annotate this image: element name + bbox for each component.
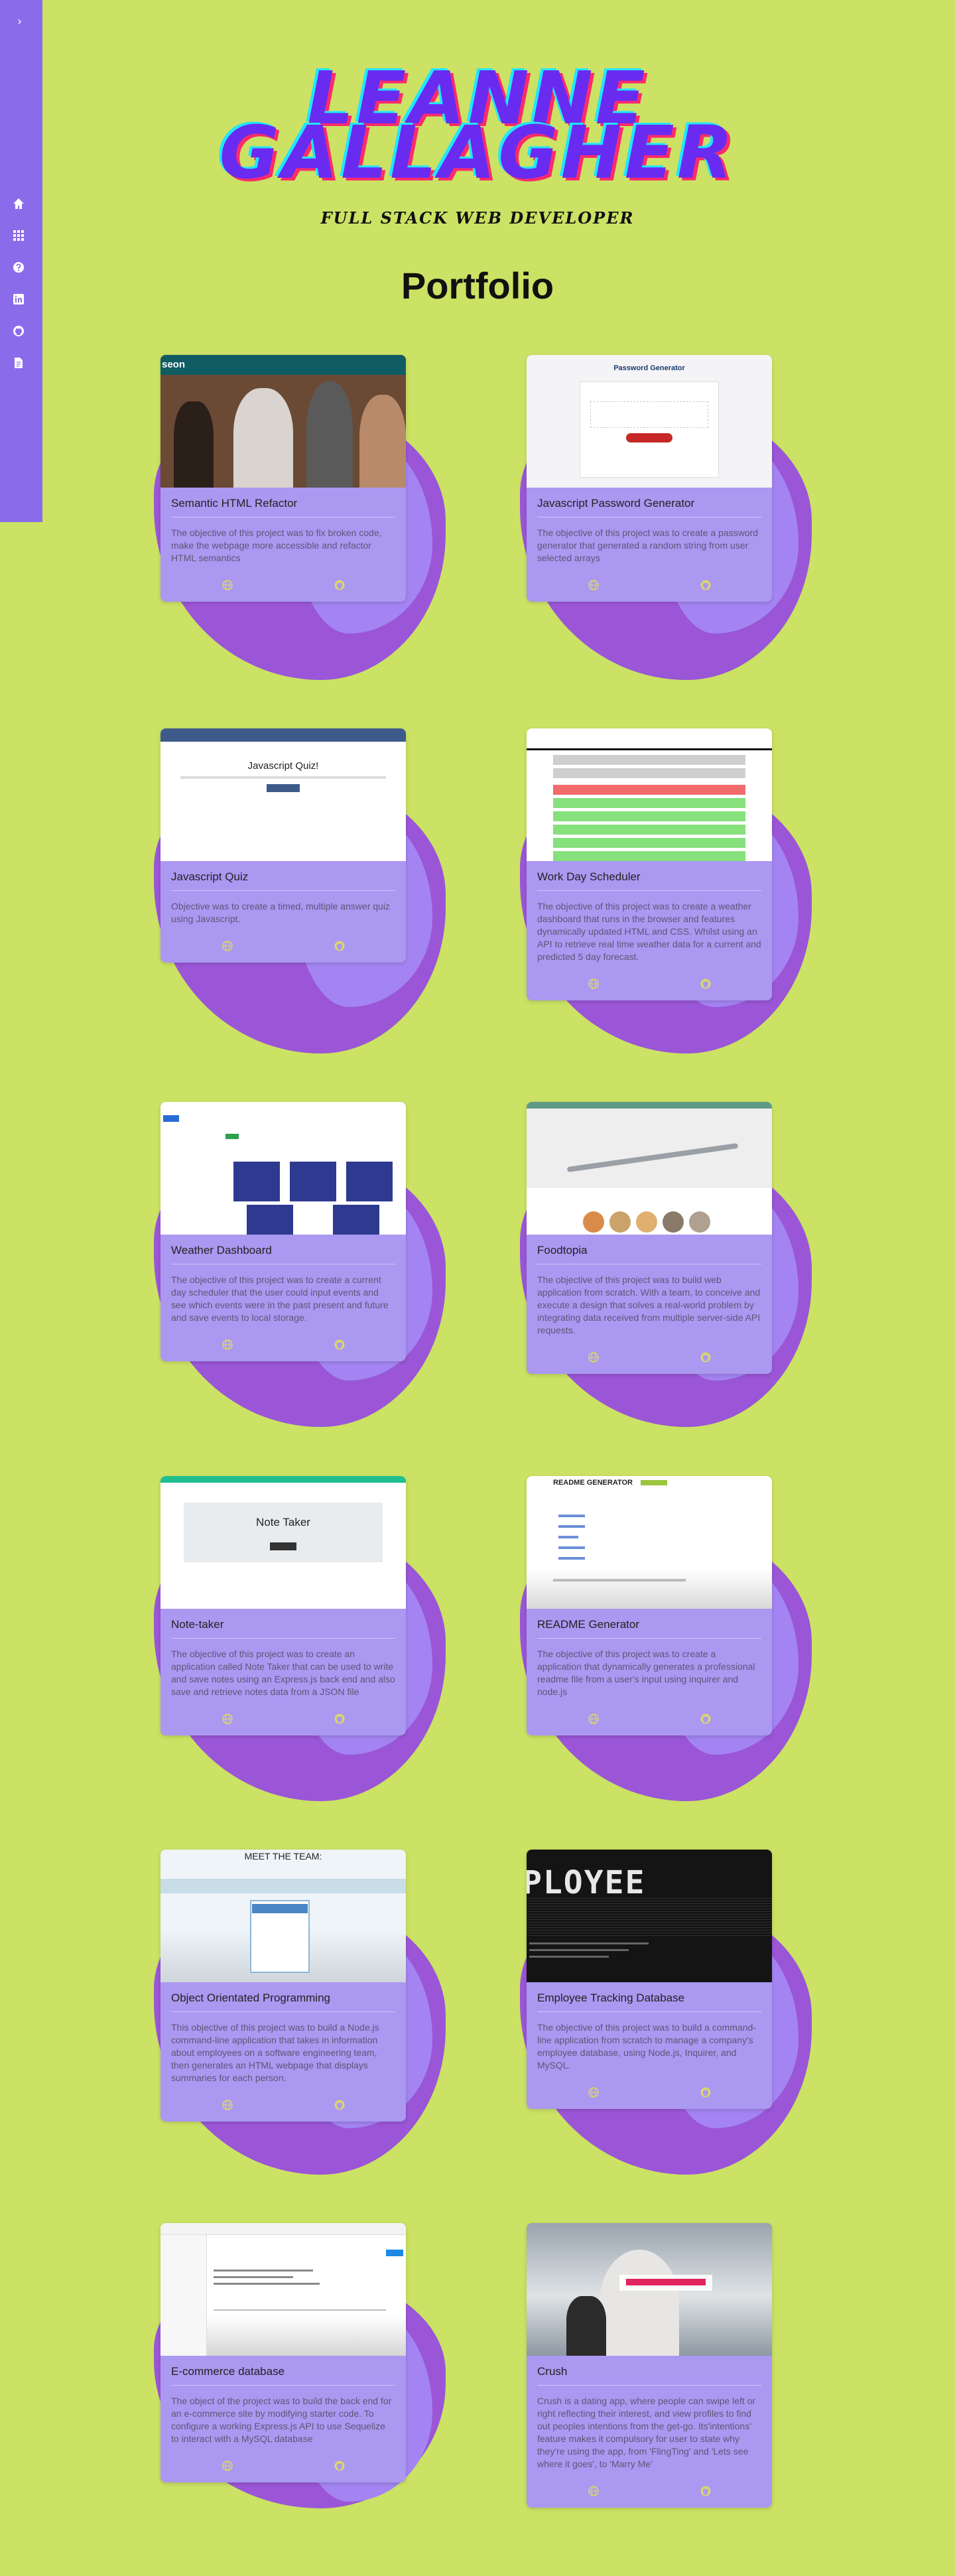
project-card-employee-tracker: PLOYEE Employee Tracking Database The ob… (520, 1850, 812, 2175)
github-icon[interactable] (334, 2099, 346, 2111)
project-title: E-commerce database (171, 2365, 395, 2386)
project-screenshot[interactable] (527, 1102, 772, 1235)
name-line-2: GALLAGHER (219, 110, 736, 195)
project-card: seon Semantic HTML Refactor The objectiv… (160, 355, 406, 602)
project-description: The objective of this project was to cre… (537, 1649, 755, 1697)
project-card: MEET THE TEAM: Object Orientated Program… (160, 1850, 406, 2122)
project-screenshot[interactable] (160, 2223, 406, 2356)
github-icon[interactable] (700, 1713, 712, 1725)
project-card-work-day-scheduler: Work Day Scheduler The objective of this… (520, 728, 812, 1053)
project-title: Javascript Quiz (171, 870, 395, 891)
project-screenshot[interactable]: seon (160, 355, 406, 488)
shot-label: seon (162, 359, 186, 370)
project-screenshot[interactable]: PLOYEE (527, 1850, 772, 1982)
project-screenshot[interactable] (160, 1102, 406, 1235)
project-screenshot[interactable] (527, 2223, 772, 2356)
github-icon[interactable] (334, 2460, 346, 2472)
project-card-readme-generator: README GENERATOR README Generator The ob… (520, 1476, 812, 1801)
project-card: README GENERATOR README Generator The ob… (527, 1476, 772, 1735)
project-card-oop: MEET THE TEAM: Object Orientated Program… (154, 1850, 446, 2175)
github-icon[interactable] (334, 940, 346, 952)
project-screenshot[interactable]: Password Generator (527, 355, 772, 488)
project-description: The objective of this project was to bui… (537, 1274, 761, 1335)
project-screenshot[interactable]: README GENERATOR (527, 1476, 772, 1609)
project-description: The objective of this project was to cre… (537, 527, 759, 563)
project-description: The objective of this project was to bui… (537, 2022, 756, 2070)
project-title: Employee Tracking Database (537, 1992, 761, 2012)
project-title: Javascript Password Generator (537, 497, 761, 517)
portfolio-title: Portfolio (401, 265, 554, 306)
project-card: E-commerce database The object of the pr… (160, 2223, 406, 2482)
github-icon[interactable] (700, 2485, 712, 2497)
project-card: Password Generator Javascript Password G… (527, 355, 772, 602)
project-card: Foodtopia The objective of this project … (527, 1102, 772, 1374)
project-description: The objective of this project was to cre… (171, 1274, 389, 1323)
project-card: Javascript Quiz! Javascript Quiz Objecti… (160, 728, 406, 963)
project-description: This objective of this project was to bu… (171, 2022, 379, 2083)
globe-icon[interactable] (222, 1713, 233, 1725)
chevron-right-icon[interactable]: › (17, 16, 22, 28)
github-icon[interactable] (700, 2086, 712, 2098)
globe-icon[interactable] (588, 1713, 600, 1725)
project-description: The objective of this project was to cre… (171, 1649, 395, 1697)
github-icon[interactable] (334, 579, 346, 591)
globe-icon[interactable] (588, 978, 600, 990)
project-screenshot[interactable]: MEET THE TEAM: (160, 1850, 406, 1982)
project-title: Crush (537, 2365, 761, 2386)
document-icon[interactable] (12, 356, 25, 370)
project-title: Foodtopia (537, 1244, 761, 1264)
project-description: Objective was to create a timed, multipl… (171, 901, 390, 924)
github-icon[interactable] (334, 1339, 346, 1351)
project-card-note-taker: Note Taker Note-taker The objective of t… (154, 1476, 446, 1801)
project-card-weather-dashboard: Weather Dashboard The objective of this … (154, 1102, 446, 1427)
globe-icon[interactable] (222, 1339, 233, 1351)
shot-label: MEET THE TEAM: (244, 1851, 322, 1862)
project-title: Note-taker (171, 1618, 395, 1639)
grid-icon[interactable] (12, 229, 25, 242)
shot-label: Note Taker (256, 1516, 310, 1528)
project-card: Weather Dashboard The objective of this … (160, 1102, 406, 1361)
role-subtitle: FULL STACK WEB DEVELOPER (320, 208, 635, 228)
github-icon[interactable] (334, 1713, 346, 1725)
project-title: Semantic HTML Refactor (171, 497, 395, 517)
project-card: Note Taker Note-taker The objective of t… (160, 1476, 406, 1735)
project-title: Weather Dashboard (171, 1244, 395, 1264)
github-icon[interactable] (700, 978, 712, 990)
project-card-password-generator: Password Generator Javascript Password G… (520, 355, 812, 680)
github-icon[interactable] (700, 579, 712, 591)
project-card: PLOYEE Employee Tracking Database The ob… (527, 1850, 772, 2109)
project-card-ecommerce: E-commerce database The object of the pr… (154, 2223, 446, 2508)
project-title: README Generator (537, 1618, 761, 1639)
project-screenshot[interactable] (527, 728, 772, 861)
project-description: The objective of this project was to fix… (171, 527, 382, 563)
project-screenshot[interactable]: Javascript Quiz! (160, 728, 406, 861)
project-card-crush: Crush Crush is a dating app, where peopl… (527, 2223, 772, 2508)
project-description: The object of the project was to build t… (171, 2396, 392, 2444)
github-icon[interactable] (12, 324, 25, 338)
globe-icon[interactable] (588, 2086, 600, 2098)
globe-icon[interactable] (588, 2485, 600, 2497)
shot-label: Password Generator (613, 364, 685, 372)
globe-icon[interactable] (222, 940, 233, 952)
project-description: The objective of this project was to cre… (537, 901, 761, 962)
project-card-semantic-html: seon Semantic HTML Refactor The objectiv… (154, 355, 446, 680)
project-card: Crush Crush is a dating app, where peopl… (527, 2223, 772, 2508)
globe-icon[interactable] (222, 579, 233, 591)
project-card-foodtopia: Foodtopia The objective of this project … (520, 1102, 812, 1427)
github-icon[interactable] (700, 1351, 712, 1363)
globe-icon[interactable] (222, 2460, 233, 2472)
shot-label: Javascript Quiz! (247, 760, 319, 772)
globe-icon[interactable] (588, 579, 600, 591)
shot-label: README GENERATOR (553, 1479, 633, 1487)
project-title: Work Day Scheduler (537, 870, 761, 891)
project-description: Crush is a dating app, where people can … (537, 2396, 756, 2469)
globe-icon[interactable] (588, 1351, 600, 1363)
project-card-javascript-quiz: Javascript Quiz! Javascript Quiz Objecti… (154, 728, 446, 1053)
project-screenshot[interactable]: Note Taker (160, 1476, 406, 1609)
project-card: Work Day Scheduler The objective of this… (527, 728, 772, 1000)
globe-icon[interactable] (222, 2099, 233, 2111)
project-title: Object Orientated Programming (171, 1992, 395, 2012)
